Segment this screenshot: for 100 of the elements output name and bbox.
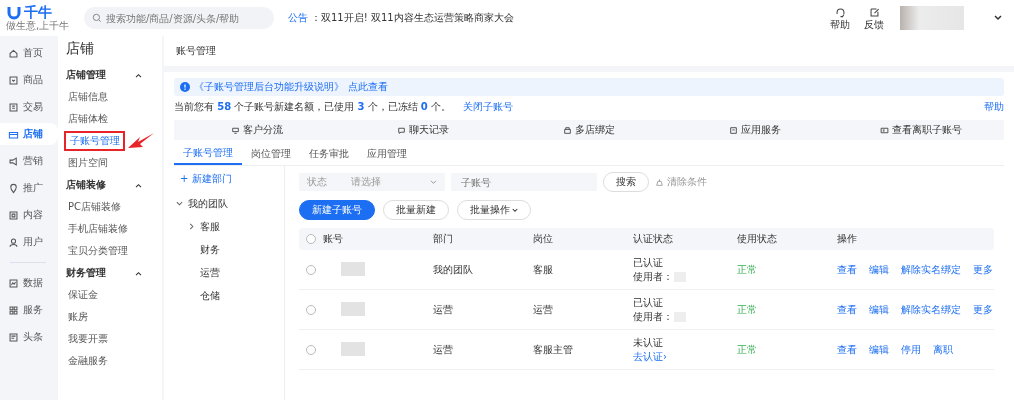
feature-button[interactable]: 客户分流 <box>174 123 340 137</box>
table-cell-text: 我的团队 <box>433 262 474 277</box>
chevron-icon <box>135 270 142 276</box>
monitor-icon <box>231 125 240 135</box>
sidebar-item[interactable]: 账房 <box>62 307 91 327</box>
feature-button[interactable]: 应用服务 <box>672 123 838 137</box>
tree-node[interactable]: 运营 <box>174 261 284 284</box>
feature-button[interactable]: 查看离职子账号 <box>838 123 1004 137</box>
sidebar-item[interactable]: 子账号管理 <box>64 131 125 151</box>
banner-link[interactable]: 点此查看 <box>348 80 388 94</box>
nav-item[interactable]: 用户 <box>0 231 58 253</box>
sidebar-item[interactable]: 我要开票 <box>62 329 111 349</box>
tab[interactable]: 应用管理 <box>358 142 416 165</box>
nav-item[interactable]: 营销 <box>0 150 58 172</box>
table-cell-text: 运营 <box>533 302 554 317</box>
nav-item[interactable]: 推广 <box>0 177 58 199</box>
tab[interactable]: 任务审批 <box>300 142 358 165</box>
action-link[interactable]: 解除实名绑定 <box>901 262 961 277</box>
table-cell-text: 运营 <box>433 342 454 357</box>
action-link[interactable]: 更多 <box>973 262 993 277</box>
edit-icon <box>868 6 880 18</box>
action-link[interactable]: 编辑 <box>869 302 889 317</box>
action-link[interactable]: 离职 <box>933 342 953 357</box>
action-link[interactable]: 查看 <box>837 262 857 277</box>
logo-icon <box>6 4 22 20</box>
action-link[interactable]: 编辑 <box>869 342 889 357</box>
checkbox[interactable] <box>306 264 316 275</box>
sidebar-item[interactable]: 宝贝分类管理 <box>62 241 131 261</box>
sidebar-item[interactable]: 手机店铺装修 <box>62 219 131 239</box>
info-icon <box>180 82 190 92</box>
verify-link[interactable]: 去认证› <box>633 350 737 363</box>
sidebar-item[interactable]: 金融服务 <box>62 351 111 371</box>
tab[interactable]: 子账号管理 <box>174 142 242 165</box>
document-icon <box>8 331 19 343</box>
redacted-block <box>341 261 365 276</box>
caret-icon[interactable] <box>994 15 1002 21</box>
notice-text[interactable]: ：双11开启! 双11内容生态运营策略商家大会 <box>311 11 514 25</box>
search-field[interactable]: 搜索功能/商品/资源/头条/帮助 <box>84 7 274 29</box>
sidebar-group[interactable]: 店铺管理 <box>62 64 162 86</box>
grid-icon <box>8 304 19 316</box>
tree-node[interactable]: 财务 <box>174 238 284 261</box>
sidebar-item[interactable]: 图片空间 <box>62 153 111 173</box>
chat-icon <box>397 125 406 135</box>
sidebar-item[interactable]: 保证金 <box>62 285 101 305</box>
sidebar-item[interactable]: 店铺体检 <box>62 109 111 129</box>
help-button[interactable]: 帮助 <box>830 6 850 30</box>
chevron-icon <box>135 182 142 188</box>
action-link[interactable]: 查看 <box>837 302 857 317</box>
sidebar-item[interactable]: 店铺信息 <box>62 87 111 107</box>
status-text: 正常 <box>737 262 758 277</box>
chevron-icon <box>135 72 142 78</box>
nav-item[interactable]: 店铺 <box>0 123 58 145</box>
nav-item[interactable]: 交易 <box>0 96 58 118</box>
column-header: 部门 <box>433 232 454 246</box>
action-link[interactable]: 更多 <box>973 302 993 317</box>
help-link[interactable]: 帮助 <box>984 100 1004 114</box>
checkbox[interactable] <box>306 234 316 244</box>
tree-node[interactable]: 我的团队 <box>174 192 284 215</box>
nav-item[interactable]: 服务 <box>0 299 58 321</box>
action-link[interactable]: 查看 <box>837 342 857 357</box>
tab[interactable]: 岗位管理 <box>242 142 300 165</box>
table-cell-text: 客服主管 <box>533 342 574 357</box>
chart-icon <box>8 277 19 289</box>
new-subaccount-button[interactable]: 新建子账号 <box>299 200 375 220</box>
tree-node[interactable]: 客服 <box>174 215 284 238</box>
sidebar-group[interactable]: 财务管理 <box>62 262 162 284</box>
notice-label[interactable]: 公告 <box>288 11 308 25</box>
feedback-button[interactable]: 反馈 <box>864 6 884 30</box>
logo-tagline: 做生意,上千牛 <box>6 20 71 32</box>
nav-item[interactable]: 首页 <box>0 42 58 64</box>
sidebar-group[interactable]: 店铺装修 <box>62 174 162 196</box>
feature-button[interactable]: 聊天记录 <box>340 123 506 137</box>
action-link[interactable]: 编辑 <box>869 262 889 277</box>
sidebar-item[interactable]: PC店铺装修 <box>62 197 124 217</box>
new-department-link[interactable]: + 新建部门 <box>174 172 284 192</box>
cert-status: 未认证 <box>633 336 664 349</box>
close-subaccount-link[interactable]: 关闭子账号 <box>462 100 513 114</box>
table-cell-text: 运营 <box>433 302 454 317</box>
nav-item[interactable]: 内容 <box>0 204 58 226</box>
pin-icon <box>8 182 19 194</box>
action-link[interactable]: 停用 <box>901 342 921 357</box>
logo-text: 千牛 <box>24 4 52 20</box>
megaphone-icon <box>8 155 19 167</box>
nav-item[interactable]: 数据 <box>0 272 58 294</box>
column-header: 操作 <box>837 232 858 246</box>
user-label: 使用者： <box>633 270 673 283</box>
annotation-arrow <box>127 132 155 150</box>
account-input[interactable]: 子账号 <box>451 173 597 191</box>
feature-button[interactable]: 多店绑定 <box>506 123 672 137</box>
banner-link[interactable]: 《子账号管理后台功能升级说明》 <box>194 80 344 94</box>
status-text: 正常 <box>737 342 758 357</box>
action-link[interactable]: 解除实名绑定 <box>901 302 961 317</box>
nav-item[interactable]: 商品 <box>0 69 58 91</box>
tree-node[interactable]: 仓储 <box>174 284 284 307</box>
receipt-icon <box>8 101 19 113</box>
checkbox[interactable] <box>306 344 316 355</box>
checkbox[interactable] <box>306 304 316 315</box>
nav-item[interactable]: 头条 <box>0 326 58 348</box>
column-header: 使用状态 <box>737 232 778 246</box>
column-header: 账号 <box>323 232 344 246</box>
